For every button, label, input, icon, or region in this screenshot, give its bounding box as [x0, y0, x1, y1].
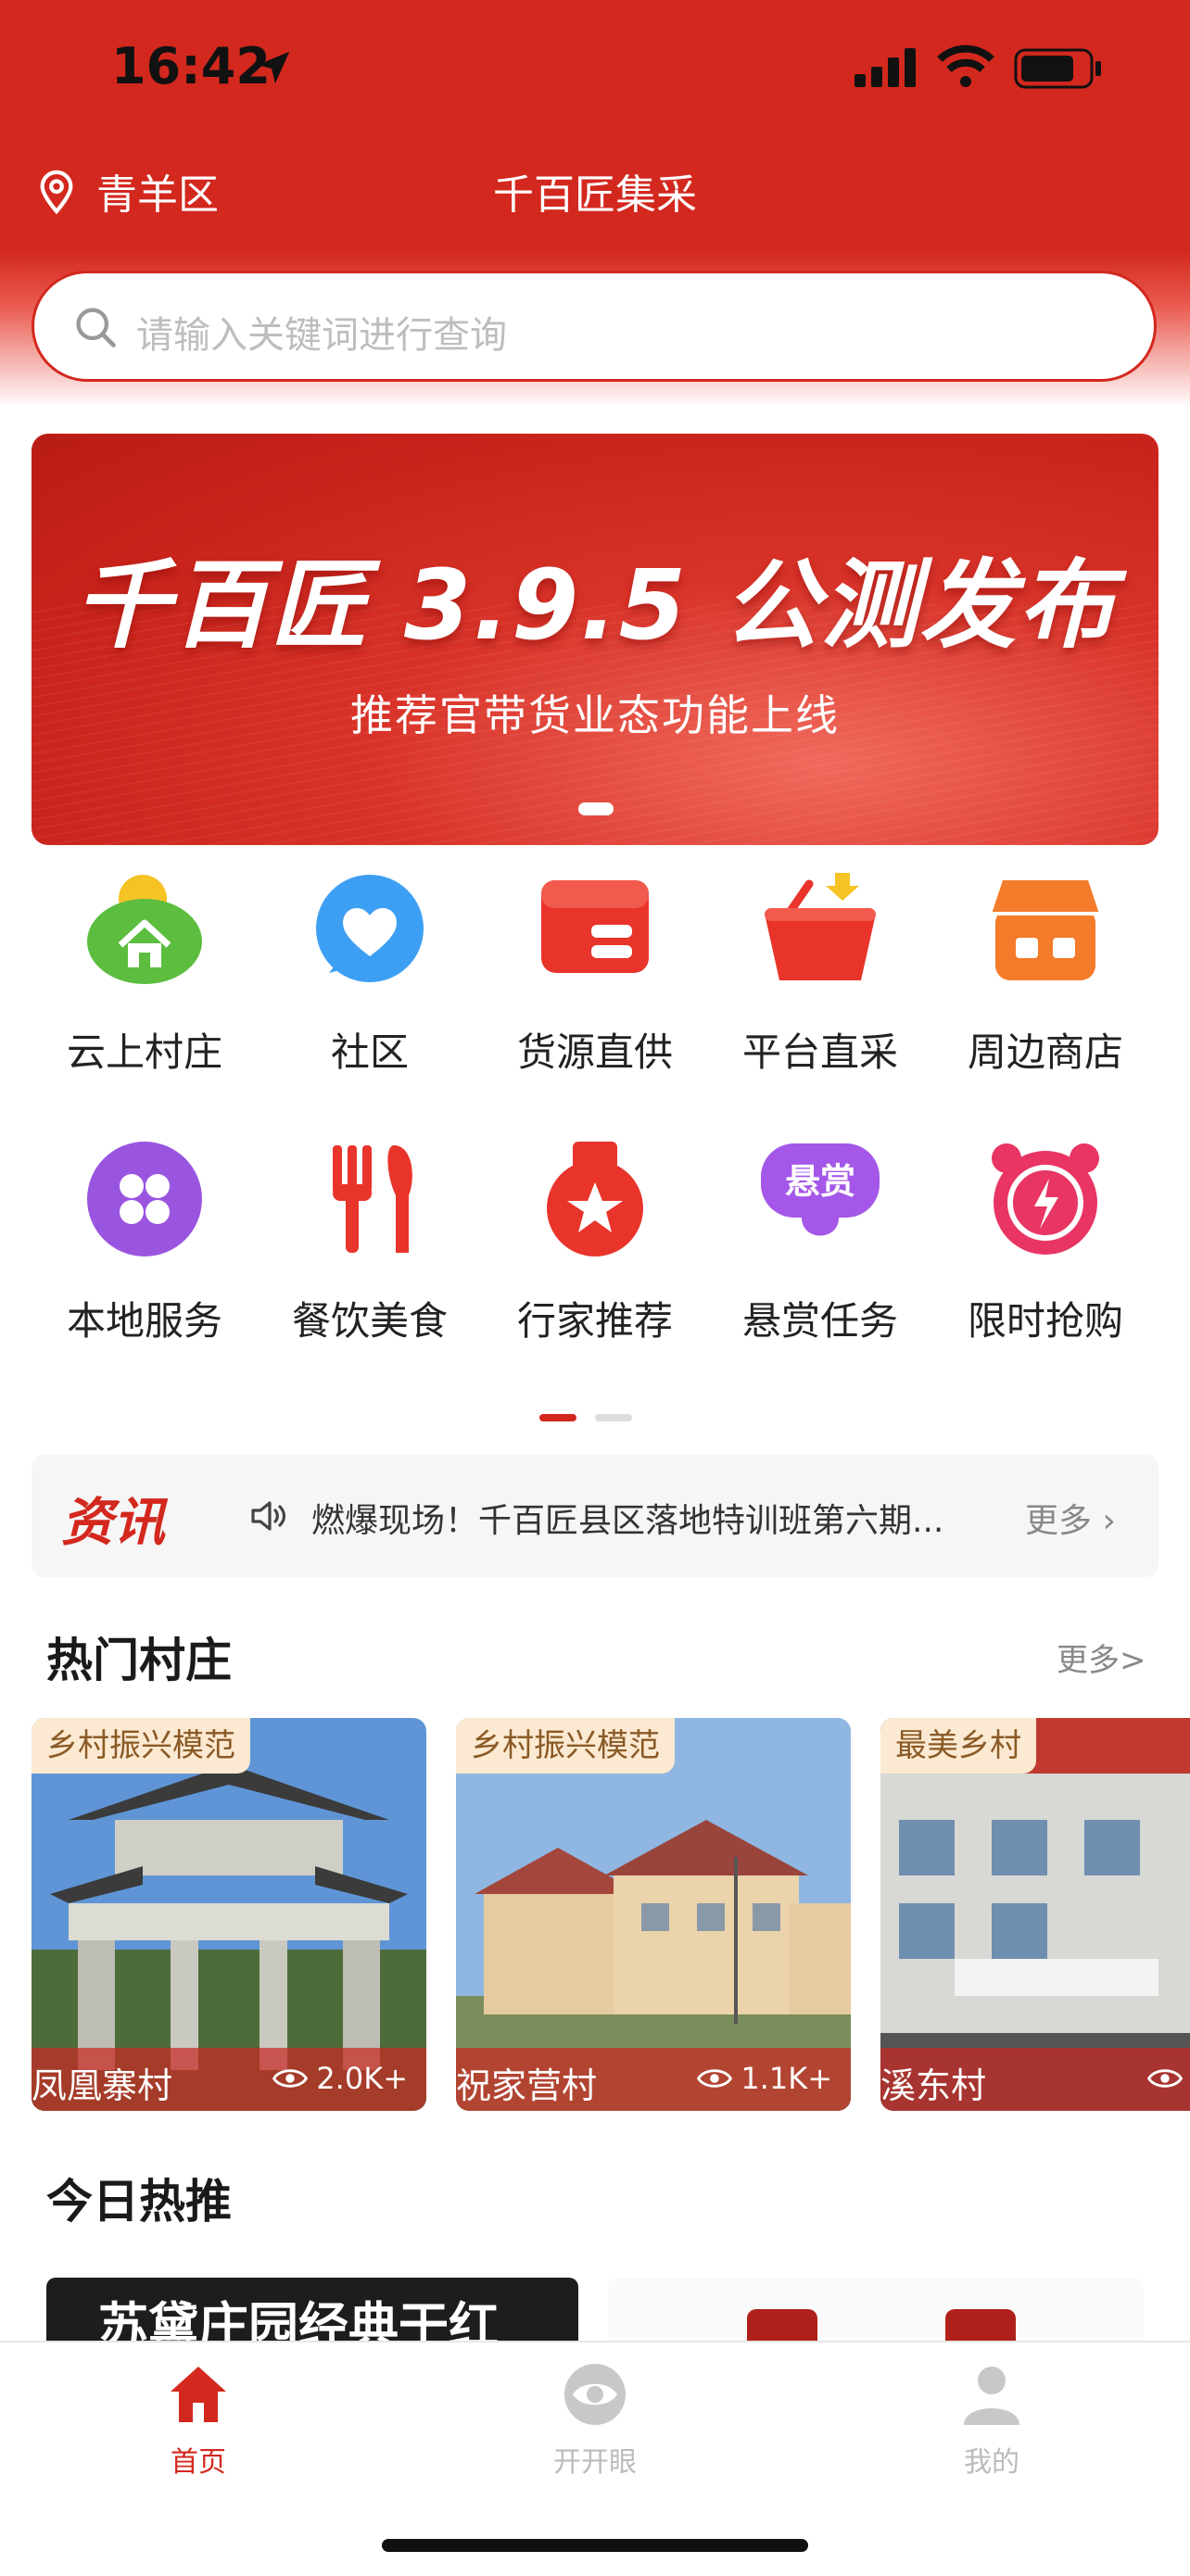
- village-badge: 乡村振兴模范: [32, 1718, 250, 1774]
- tab-label: 我的: [964, 2446, 1019, 2479]
- search-input[interactable]: 请输入关键词进行查询: [32, 271, 1157, 382]
- product-title: 苏黛庄园经典干红: [98, 2296, 499, 2344]
- category-pager-active: [539, 1414, 576, 1421]
- status-time: 16:42: [111, 37, 271, 95]
- search-placeholder: 请输入关键词进行查询: [136, 314, 507, 357]
- views-eye-icon: [272, 2069, 308, 2088]
- village-card[interactable]: 最美乡村 溪东村 1.: [880, 1718, 1190, 2111]
- news-headline[interactable]: 燃爆现场！千百匠县区落地特训班第六期...: [311, 1494, 979, 1542]
- status-bar: 16:42: [0, 0, 1190, 139]
- tab-home[interactable]: 首页: [87, 2361, 310, 2481]
- category-label: 餐饮美食: [291, 1298, 448, 1344]
- speaker-icon: [251, 1501, 286, 1531]
- village-badge: 乡村振兴模范: [456, 1718, 675, 1774]
- category-label: 货源直供: [516, 1029, 673, 1075]
- banner-pager-dot: [578, 802, 614, 815]
- basket-icon: [765, 873, 876, 980]
- news-tag: 资讯: [61, 1493, 165, 1553]
- category-label: 本地服务: [66, 1298, 222, 1344]
- location-arrow-icon: [257, 51, 290, 84]
- category-label: 社区: [330, 1029, 409, 1075]
- product-card[interactable]: [608, 2278, 1144, 2344]
- hot-villages-title: 热门村庄: [46, 1634, 232, 1687]
- category-label: 行家推荐: [516, 1298, 673, 1344]
- news-more-label: 更多: [1025, 1502, 1093, 1540]
- category-community[interactable]: 社区: [257, 871, 483, 1093]
- category-label: 周边商店: [967, 1029, 1123, 1075]
- banner-title: 千百匠 3.9.5 公测发布: [73, 549, 1117, 662]
- wine-bottle-image: [945, 2309, 1016, 2344]
- battery-icon: [1014, 48, 1101, 89]
- category-local-services[interactable]: 本地服务: [32, 1140, 258, 1362]
- hot-villages-more-link[interactable]: 更多>: [1057, 1635, 1146, 1680]
- home-indicator: [382, 2539, 808, 2552]
- tab-discover[interactable]: 开开眼: [484, 2361, 706, 2481]
- page-title: 千百匠集采: [493, 171, 697, 219]
- fork-knife-icon: [333, 1145, 412, 1253]
- shop-icon: [992, 880, 1099, 980]
- village-caption: 溪东村 1.: [880, 2048, 1190, 2111]
- category-bounty[interactable]: 悬赏 悬赏任务: [707, 1140, 933, 1362]
- promo-banner[interactable]: 千百匠 3.9.5 公测发布 推荐官带货业态功能上线: [32, 434, 1158, 845]
- top-bar: 青羊区 千百匠集采: [0, 148, 1190, 232]
- svg-text:悬赏: 悬赏: [785, 1161, 855, 1202]
- product-strip: 苏黛庄园经典干红: [0, 2270, 1190, 2344]
- chevron-right-icon: ›: [1102, 1502, 1116, 1540]
- category-supply[interactable]: 货源直供: [482, 871, 708, 1093]
- village-caption: 祝家营村 1.1K+: [456, 2048, 851, 2111]
- heart-chat-icon: [316, 875, 424, 982]
- banner-subtitle: 推荐官带货业态功能上线: [350, 690, 840, 740]
- village-icon: [87, 875, 202, 984]
- village-badge: 最美乡村: [880, 1718, 1036, 1774]
- product-card[interactable]: 苏黛庄园经典干红: [46, 2278, 578, 2344]
- bounty-icon: 悬赏: [761, 1143, 880, 1236]
- today-hot-title: 今日热推: [46, 2175, 232, 2229]
- tab-label: 开开眼: [553, 2446, 637, 2479]
- eye-icon: [564, 2364, 626, 2425]
- views-eye-icon: [697, 2069, 732, 2088]
- news-ticker[interactable]: 资讯 燃爆现场！千百匠县区落地特训班第六期... 更多 ›: [32, 1455, 1158, 1577]
- village-caption: 凤凰寨村 2.0K+: [32, 2048, 426, 2111]
- views-eye-icon: [1147, 2069, 1183, 2088]
- village-card[interactable]: 乡村振兴模范 凤凰寨村 2.0K+: [32, 1718, 426, 2111]
- user-icon: [964, 2367, 1019, 2425]
- category-label: 云上村庄: [66, 1029, 222, 1075]
- category-platform-purchase[interactable]: 平台直采: [707, 871, 933, 1093]
- wine-bottle-image: [747, 2309, 817, 2344]
- category-flash-sale[interactable]: 限时抢购: [932, 1140, 1158, 1362]
- supply-card-icon: [541, 880, 649, 973]
- medal-star-icon: [547, 1142, 643, 1256]
- search-icon: [76, 308, 116, 347]
- category-village[interactable]: 云上村庄: [32, 871, 258, 1093]
- cellular-signal-icon: [855, 48, 916, 87]
- category-nearby-shops[interactable]: 周边商店: [932, 871, 1158, 1093]
- village-views: 1.1K+: [741, 2061, 832, 2096]
- clover-icon: [87, 1142, 202, 1256]
- village-name: 凤凰寨村: [32, 2065, 173, 2106]
- category-label: 限时抢购: [967, 1298, 1123, 1344]
- village-card[interactable]: 乡村振兴模范 祝家营村 1.1K+: [456, 1718, 851, 2111]
- home-icon: [171, 2367, 226, 2422]
- category-pager-inactive: [595, 1414, 632, 1421]
- category-expert-picks[interactable]: 行家推荐: [482, 1140, 708, 1362]
- village-name: 祝家营村: [456, 2065, 598, 2106]
- village-name: 溪东村: [880, 2065, 987, 2106]
- alarm-flash-icon: [992, 1143, 1099, 1255]
- village-views: 2.0K+: [316, 2061, 408, 2096]
- news-more-link[interactable]: 更多 ›: [1025, 1494, 1116, 1542]
- category-label: 平台直采: [741, 1029, 898, 1075]
- category-food[interactable]: 餐饮美食: [257, 1140, 483, 1362]
- tab-label: 首页: [171, 2446, 226, 2479]
- wifi-icon: [937, 44, 994, 87]
- category-label: 悬赏任务: [741, 1298, 898, 1344]
- tab-profile[interactable]: 我的: [880, 2361, 1103, 2481]
